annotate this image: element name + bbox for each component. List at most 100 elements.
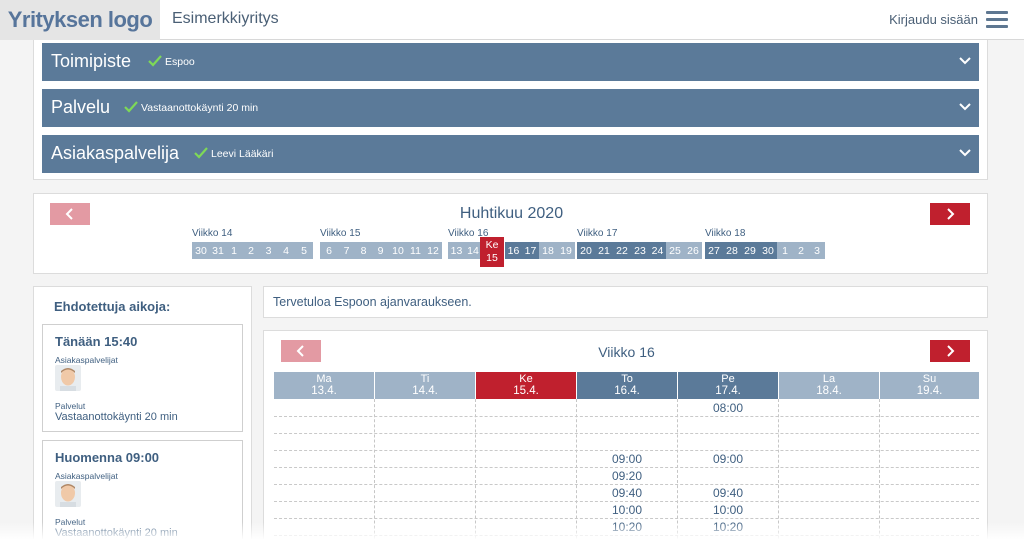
chevron-down-icon	[959, 57, 971, 65]
day-chip[interactable]: 8	[355, 242, 372, 259]
day-chip[interactable]: 27	[705, 242, 723, 259]
check-icon	[124, 101, 138, 113]
accordion-value: Leevi Lääkäri	[211, 148, 274, 160]
day-chip[interactable]: 7	[338, 242, 355, 259]
time-slot[interactable]: 10:00	[678, 503, 778, 517]
day-chip[interactable]: 28	[723, 242, 741, 259]
week-days-14: 30 31 1 2 3 4 5	[192, 242, 313, 259]
day-chip[interactable]: 29	[741, 242, 759, 259]
check-icon	[148, 55, 162, 67]
day-chip[interactable]: 16	[505, 242, 522, 259]
day-chip[interactable]: 25	[666, 242, 684, 259]
accordion-title: Toimipiste	[51, 51, 132, 71]
selection-panel: Toimipiste Espoo Palvelu Vastaanottokäyn…	[33, 40, 988, 180]
next-month-button[interactable]	[930, 203, 970, 225]
day-header-ke[interactable]: Ke 15.4.	[476, 372, 576, 399]
day-chip[interactable]: 13	[448, 242, 465, 259]
welcome-text: Tervetuloa Espoon ajanvaraukseen.	[273, 295, 472, 309]
day-chip[interactable]: 24	[649, 242, 666, 259]
grid-row	[274, 518, 979, 519]
chevron-down-icon	[959, 149, 971, 157]
day-header-ti[interactable]: Ti 14.4.	[375, 372, 475, 399]
day-chip[interactable]: 2	[242, 242, 260, 259]
day-chip[interactable]: 10	[389, 242, 407, 259]
day-name: Ke	[519, 373, 533, 385]
day-header-su[interactable]: Su 19.4.	[880, 372, 979, 399]
day-header-ma[interactable]: Ma 13.4.	[274, 372, 374, 399]
day-chip[interactable]: 3	[809, 242, 825, 259]
month-navigator: Huhtikuu 2020 Viikko 14 Viikko 15 Viikko…	[33, 193, 988, 274]
day-chip[interactable]: 22	[613, 242, 631, 259]
grid-row	[274, 501, 979, 502]
day-chip[interactable]: 26	[684, 242, 702, 259]
time-slot[interactable]: 09:00	[577, 452, 677, 466]
time-slot[interactable]: 09:20	[577, 469, 677, 483]
day-chip[interactable]: 1	[226, 242, 242, 259]
day-date: 19.4.	[916, 385, 943, 397]
chevron-down-icon	[959, 103, 971, 111]
day-chip[interactable]: 3	[260, 242, 277, 259]
hamburger-icon[interactable]	[986, 11, 1008, 29]
staff-label: Asiakaspalvelijat	[55, 471, 118, 481]
day-chip[interactable]: 14	[465, 242, 481, 259]
week-label: Viikko 17	[577, 228, 618, 239]
week-days-18: 27 28 29 30 1 2 3	[705, 242, 825, 259]
accordion-asiakaspalvelija[interactable]: Asiakaspalvelija Leevi Lääkäri	[42, 135, 979, 173]
today-day-chip[interactable]: Ke 15	[480, 237, 504, 267]
time-slot[interactable]: 09:00	[678, 452, 778, 466]
day-chip[interactable]: 30	[759, 242, 777, 259]
grid-row	[274, 416, 979, 417]
day-chip[interactable]: 21	[595, 242, 613, 259]
login-link[interactable]: Kirjaudu sisään	[889, 12, 978, 27]
suggestion-card[interactable]: Huomenna 09:00 Asiakaspalvelijat Palvelu…	[42, 440, 243, 539]
day-header-la[interactable]: La 18.4.	[779, 372, 879, 399]
day-name: Ma	[316, 373, 332, 385]
day-chip[interactable]: 18	[539, 242, 557, 259]
day-chip[interactable]: 9	[372, 242, 389, 259]
grid-row	[274, 467, 979, 468]
day-chip[interactable]: 31	[210, 242, 226, 259]
avatar	[55, 481, 81, 507]
day-chip[interactable]: 5	[295, 242, 313, 259]
day-chip[interactable]: 20	[577, 242, 595, 259]
week-title: Viikko 16	[598, 344, 655, 360]
day-name: La	[822, 373, 836, 385]
time-slot[interactable]: 10:20	[577, 520, 677, 534]
time-slot[interactable]: 10:00	[577, 503, 677, 517]
grid-row	[274, 450, 979, 451]
accordion-palvelu[interactable]: Palvelu Vastaanottokäynti 20 min	[42, 89, 979, 127]
day-chip[interactable]: 6	[320, 242, 338, 259]
time-slot[interactable]: 09:40	[678, 486, 778, 500]
day-chip[interactable]: 19	[557, 242, 575, 259]
today-weekday: Ke	[485, 239, 499, 251]
day-chip[interactable]: 17	[522, 242, 539, 259]
chevron-right-icon	[947, 345, 955, 357]
week-calendar: Viikko 16 Ma 13.4. Ti 14.4. Ke 15.4. To …	[263, 330, 988, 539]
company-logo[interactable]: Yrityksen logo	[0, 0, 160, 40]
avatar	[55, 365, 81, 391]
accordion-title: Asiakaspalvelija	[51, 143, 180, 163]
day-header-pe[interactable]: Pe 17.4.	[678, 372, 778, 399]
day-date: 18.4.	[816, 385, 842, 397]
day-date: 14.4.	[412, 385, 438, 397]
time-slot[interactable]: 08:00	[678, 401, 778, 415]
day-date: 17.4.	[715, 385, 741, 397]
time-slot[interactable]: 09:40	[577, 486, 677, 500]
day-chip[interactable]: 23	[631, 242, 649, 259]
accordion-toimipiste[interactable]: Toimipiste Espoo	[42, 43, 979, 81]
day-chip[interactable]: 30	[192, 242, 210, 259]
day-chip[interactable]: 12	[424, 242, 442, 259]
day-name: Su	[922, 373, 937, 385]
today-day: 15	[486, 252, 498, 264]
day-chip[interactable]: 4	[277, 242, 295, 259]
accordion-value: Espoo	[165, 56, 195, 68]
next-week-button[interactable]	[930, 340, 970, 362]
suggestion-time: Tänään 15:40	[55, 334, 138, 349]
suggestion-card[interactable]: Tänään 15:40 Asiakaspalvelijat Palvelut …	[42, 324, 243, 432]
day-date: 16.4.	[614, 385, 640, 397]
day-chip[interactable]: 2	[793, 242, 809, 259]
time-slot[interactable]: 10:20	[678, 520, 778, 534]
day-chip[interactable]: 1	[777, 242, 793, 259]
day-chip[interactable]: 11	[407, 242, 424, 259]
day-header-to[interactable]: To 16.4.	[577, 372, 677, 399]
